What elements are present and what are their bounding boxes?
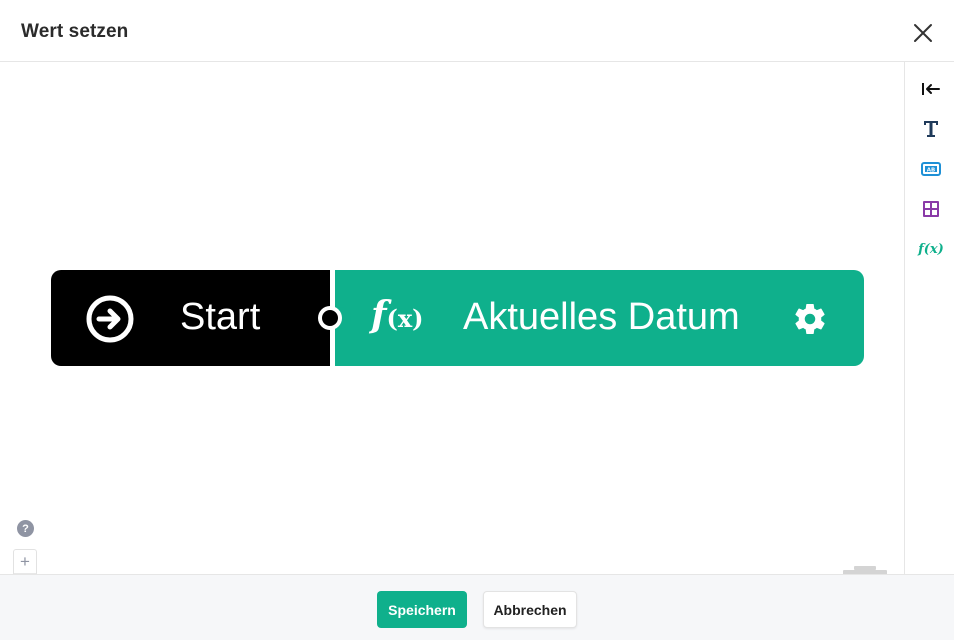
dialog-header: Wert setzen <box>0 0 954 62</box>
function-icon: f(x) <box>918 241 944 257</box>
function-icon: f(x) <box>371 294 424 336</box>
cancel-button[interactable]: Abbrechen <box>483 591 577 628</box>
zoom-in-button[interactable]: + <box>14 551 36 573</box>
start-block-label: Start <box>180 296 261 338</box>
block-connector <box>322 310 338 326</box>
fx-glyph: f <box>371 294 387 336</box>
block-toolbox: AB f(x) <box>904 62 954 574</box>
arrow-circle-right-icon <box>86 295 134 343</box>
close-icon <box>914 24 932 42</box>
text-block-button[interactable] <box>918 116 944 142</box>
function-block-label: Aktuelles Datum <box>463 296 740 338</box>
function-block[interactable]: f(x) Aktuelles Datum <box>329 270 864 366</box>
dialog-title: Wert setzen <box>21 21 129 42</box>
function-block-button[interactable]: f(x) <box>918 236 944 262</box>
dialog-footer: Speichern Abbrechen <box>0 574 954 640</box>
set-value-dialog: Wert setzen Start f(x) Aktuelles Datum ?… <box>0 0 954 640</box>
text-field-block-button[interactable]: AB <box>918 156 944 182</box>
gear-icon[interactable] <box>792 301 828 337</box>
text-field-glyph: AB <box>927 167 935 173</box>
text-field-icon: AB <box>921 162 941 176</box>
grid-block-button[interactable] <box>918 196 944 222</box>
block-workspace[interactable]: Start f(x) Aktuelles Datum ? + ○ − <box>0 62 904 620</box>
grid-icon <box>923 201 939 217</box>
fx-glyph-args: (x) <box>386 304 424 333</box>
collapse-left-icon <box>922 83 940 95</box>
text-icon <box>924 121 938 137</box>
start-block[interactable]: Start <box>51 270 330 366</box>
collapse-toolbox-button[interactable] <box>918 76 944 102</box>
close-button[interactable] <box>908 18 938 48</box>
help-button[interactable]: ? <box>17 520 34 537</box>
save-button[interactable]: Speichern <box>377 591 467 628</box>
